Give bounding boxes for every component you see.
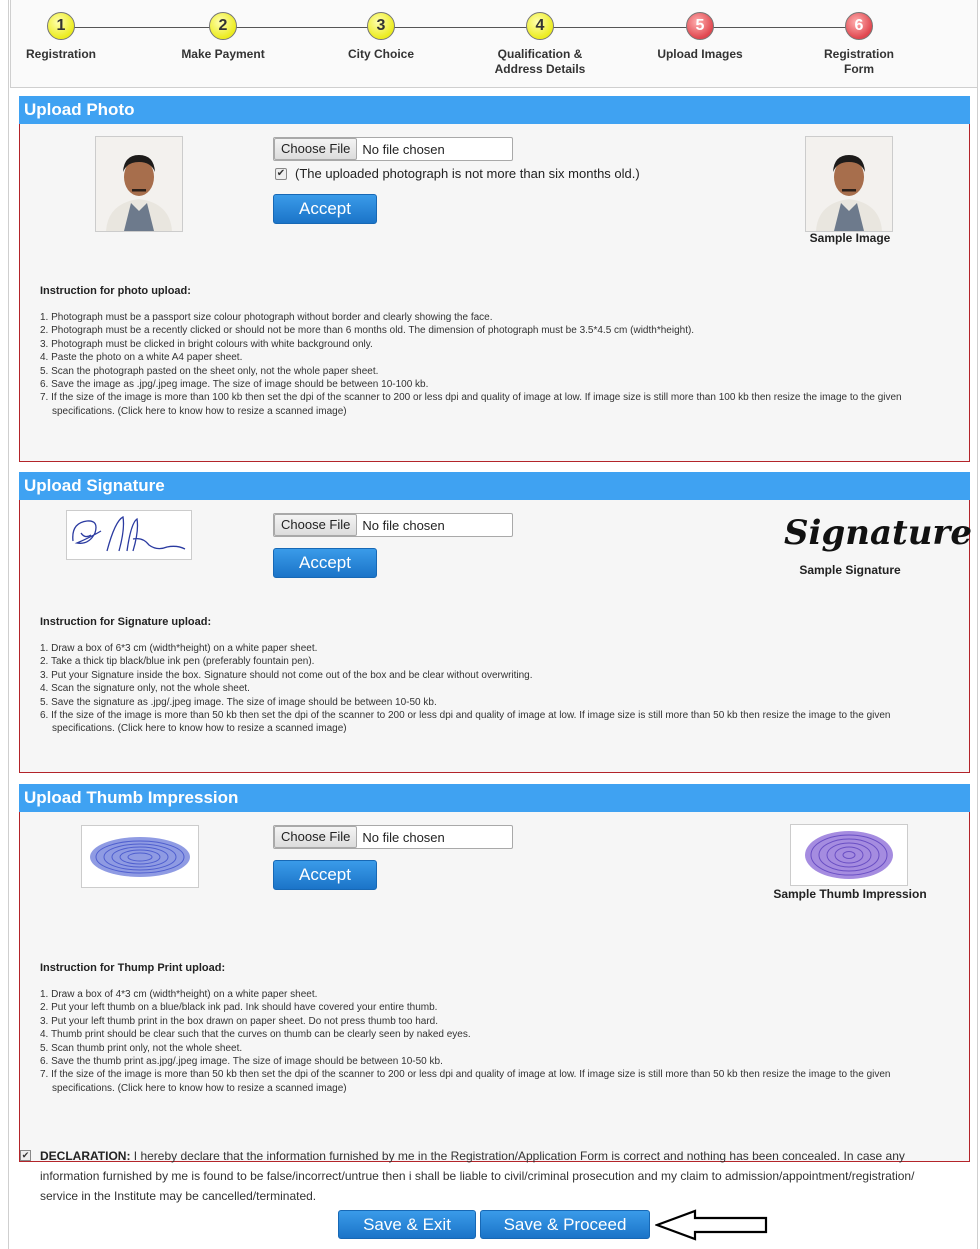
choose-file-button[interactable]: Choose File (274, 514, 358, 536)
sample-photo (805, 136, 893, 232)
step-label-line2: Form (844, 62, 874, 76)
person-photo-icon (806, 137, 892, 231)
step-number: 5 (686, 12, 714, 40)
declaration-label: DECLARATION: (40, 1149, 131, 1163)
list-item: 2. Take a thick tip black/blue ink pen (… (40, 656, 315, 668)
step-number: 6 (845, 12, 873, 40)
step-city-choice[interactable]: 3 City Choice (311, 12, 451, 62)
file-status-text: No file chosen (362, 141, 445, 157)
list-item: 1. Photograph must be a passport size co… (40, 312, 493, 323)
step-label: City Choice (347, 47, 414, 61)
list-item: 3. Put your Signature inside the box. Si… (40, 669, 533, 681)
save-exit-button[interactable]: Save & Exit (338, 1210, 476, 1239)
section-title: Upload Signature (19, 472, 970, 500)
step-number: 2 (209, 12, 237, 40)
step-qualification-address[interactable]: 4 Qualification & Address Details (470, 12, 610, 77)
instruction-title: Instruction for Thump Print upload: (40, 962, 226, 974)
step-label: Make Payment (181, 47, 265, 61)
uploaded-photo-preview (95, 136, 183, 232)
list-item: 1. Draw a box of 6*3 cm (width*height) o… (40, 643, 318, 654)
signature-accept-button[interactable]: Accept (273, 548, 377, 578)
confirm-text: (The uploaded photograph is not more tha… (295, 166, 640, 181)
section-title: Upload Photo (19, 96, 970, 124)
sample-signature-label: Sample Signature (799, 563, 901, 577)
step-label: Registration Form (789, 47, 929, 77)
signature-instruction-list: 1. Draw a box of 6*3 cm (width*height) o… (40, 642, 951, 736)
file-status-text: No file chosen (362, 517, 445, 533)
list-item: 3. Put your left thumb print in the box … (40, 1015, 439, 1027)
step-number: 4 (526, 12, 554, 40)
uploaded-signature-preview (66, 510, 192, 560)
photo-file-input[interactable]: Choose File No file chosen (273, 137, 513, 161)
step-label-line1: Qualification & (497, 47, 583, 61)
declaration-checkbox-checked-icon[interactable]: ✔ (20, 1150, 31, 1161)
person-photo-icon (96, 137, 182, 231)
uploaded-thumb-preview (81, 825, 199, 888)
thumb-file-input[interactable]: Choose File No file chosen (273, 825, 513, 849)
list-item: 6. If the size of the image is more than… (40, 710, 891, 735)
choose-file-button[interactable]: Choose File (274, 826, 358, 848)
step-label: Qualification & Address Details (470, 47, 610, 77)
list-item: 2. Put your left thumb on a blue/black i… (40, 1002, 438, 1014)
list-item: 4. Scan the signature only, not the whol… (40, 683, 250, 695)
list-item: 5. Scan the photograph pasted on the she… (40, 365, 379, 377)
list-item: 4. Thumb print should be clear such that… (40, 1029, 471, 1041)
list-item: 3. Photograph must be clicked in bright … (40, 338, 373, 350)
step-registration-form[interactable]: 6 Registration Form (789, 12, 929, 77)
sample-image-label: Sample Image (809, 231, 891, 245)
declaration-body: I hereby declare that the information fu… (40, 1149, 915, 1203)
list-item: 5. Save the signature as .jpg/.jpeg imag… (40, 696, 437, 708)
step-number: 1 (47, 12, 75, 40)
list-item: 1. Draw a box of 4*3 cm (width*height) o… (40, 989, 318, 1000)
step-number: 3 (367, 12, 395, 40)
upload-photo-section: Upload Photo Choose File No file chosen … (19, 96, 970, 462)
upload-signature-section: Upload Signature Choose File No file cho… (19, 472, 972, 773)
thumb-accept-button[interactable]: Accept (273, 860, 377, 890)
thumb-instruction-list: 1. Draw a box of 4*3 cm (width*height) o… (40, 988, 951, 1095)
fingerprint-icon (791, 825, 907, 885)
photo-instruction-list: 1. Photograph must be a passport size co… (40, 311, 951, 418)
sample-signature-image: Signature (784, 513, 972, 553)
photo-age-confirmation[interactable]: ✔ (The uploaded photograph is not more t… (275, 166, 640, 181)
progress-stepper: 1 Registration 2 Make Payment 3 City Cho… (10, 0, 978, 88)
signature-scribble-icon (67, 511, 191, 559)
section-body: Choose File No file chosen ✔ (The upload… (19, 124, 970, 462)
list-item: 7. If the size of the image is more than… (40, 392, 902, 417)
list-item: 7. If the size of the image is more than… (40, 1069, 891, 1094)
upload-thumb-section: Upload Thumb Impression Choose File No f… (19, 784, 970, 1162)
step-make-payment[interactable]: 2 Make Payment (153, 12, 293, 62)
step-label: Upload Images (657, 47, 743, 61)
choose-file-button[interactable]: Choose File (274, 138, 358, 160)
step-label-line1: Registration (823, 47, 894, 61)
step-label: Registration (25, 47, 96, 61)
step-label-line2: Address Details (494, 62, 586, 76)
save-proceed-button[interactable]: Save & Proceed (480, 1210, 650, 1239)
checkbox-checked-icon[interactable]: ✔ (275, 167, 287, 180)
sample-thumb-image (790, 824, 908, 886)
list-item: 4. Paste the photo on a white A4 paper s… (40, 352, 243, 364)
list-item: 2. Photograph must be a recently clicked… (40, 325, 695, 337)
declaration-text: DECLARATION: I hereby declare that the i… (20, 1146, 940, 1206)
file-status-text: No file chosen (362, 829, 445, 845)
instruction-title: Instruction for photo upload: (40, 285, 191, 297)
list-item: 6. Save the thumb print as.jpg/.jpeg ima… (40, 1056, 443, 1068)
signature-file-input[interactable]: Choose File No file chosen (273, 513, 513, 537)
declaration: ✔ DECLARATION: I hereby declare that the… (20, 1146, 940, 1206)
step-registration[interactable]: 1 Registration (0, 12, 131, 62)
section-title: Upload Thumb Impression (19, 784, 970, 812)
arrow-left-icon (655, 1209, 768, 1241)
section-body: Choose File No file chosen Accept Signat… (19, 500, 972, 773)
step-upload-images[interactable]: 5 Upload Images (630, 12, 770, 62)
sample-thumb-label: Sample Thumb Impression (773, 887, 927, 901)
instruction-title: Instruction for Signature upload: (40, 616, 212, 628)
list-item: 6. Save the image as .jpg/.jpeg image. T… (40, 379, 429, 391)
section-body: Choose File No file chosen Accept Sample… (19, 812, 970, 1162)
list-item: 5. Scan thumb print only, not the whole … (40, 1042, 243, 1054)
fingerprint-icon (82, 826, 198, 887)
photo-accept-button[interactable]: Accept (273, 194, 377, 224)
